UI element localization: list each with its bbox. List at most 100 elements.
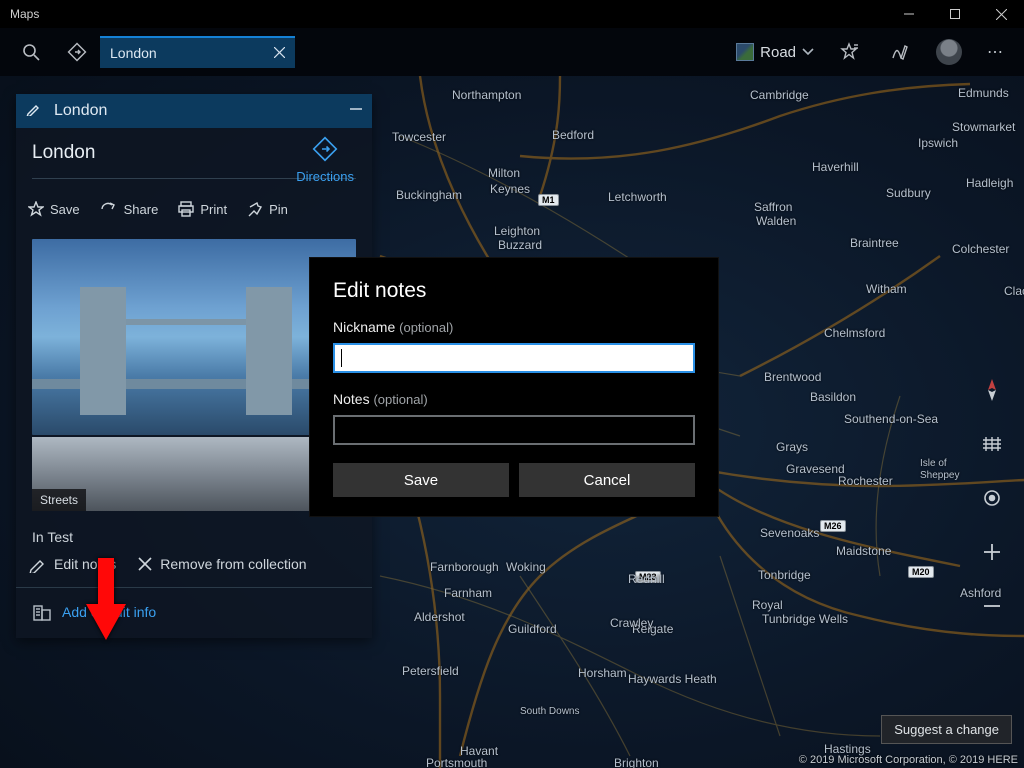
maptype-label: Road	[760, 44, 796, 61]
account-button[interactable]	[926, 28, 972, 76]
command-bar: London Road ⋯	[0, 28, 1024, 76]
close-button[interactable]	[978, 0, 1024, 28]
city-label: Leighton	[494, 224, 540, 238]
city-label: Petersfield	[402, 664, 459, 678]
collapse-icon[interactable]	[350, 102, 362, 120]
ink-button[interactable]	[876, 28, 922, 76]
pin-action[interactable]: Pin	[241, 195, 294, 223]
locate-button[interactable]	[978, 484, 1006, 512]
avatar-icon	[936, 39, 962, 65]
dialog-save-button[interactable]: Save	[333, 463, 509, 497]
collection-options: Edit notes Remove from collection	[16, 549, 372, 587]
city-label: Royal	[752, 598, 783, 612]
city-label: Cambridge	[750, 88, 809, 102]
city-label: Keynes	[490, 182, 530, 196]
motorway-shield: M1	[538, 194, 559, 206]
window-title: Maps	[0, 7, 39, 21]
hero-photo[interactable]	[32, 239, 356, 435]
city-label: Stowmarket	[952, 120, 1015, 134]
nickname-label: Nickname (optional)	[333, 319, 453, 335]
nickname-input[interactable]	[333, 343, 695, 373]
city-label: Havant	[460, 744, 498, 758]
city-label: Horsham	[578, 666, 627, 680]
city-label: Colchester	[952, 242, 1009, 256]
directions-label: Directions	[296, 169, 354, 184]
window-titlebar: Maps	[0, 0, 1024, 28]
city-label: South Downs	[520, 706, 579, 717]
search-chip[interactable]: London	[100, 36, 295, 68]
city-label: Southend-on-Sea	[844, 412, 938, 426]
city-label: Buckingham	[396, 188, 462, 202]
favorites-button[interactable]	[826, 28, 872, 76]
city-label: Grays	[776, 440, 808, 454]
collection-line: In Test	[16, 519, 372, 549]
maximize-button[interactable]	[932, 0, 978, 28]
streetside-badge: Streets	[32, 489, 86, 511]
city-label: Walden	[756, 214, 796, 228]
city-label: Rochester	[838, 474, 893, 488]
search-chip-label: London	[110, 45, 157, 61]
city-label: Hadleigh	[966, 176, 1013, 190]
city-label: Witham	[866, 282, 907, 296]
edit-notes-dialog: Edit notes Nickname (optional) Notes (op…	[310, 258, 718, 516]
search-button[interactable]	[8, 28, 54, 76]
clear-search-icon[interactable]	[274, 45, 285, 61]
maptype-dropdown[interactable]: Road	[728, 28, 822, 76]
panel-header[interactable]: London	[16, 94, 372, 128]
city-label: Northampton	[452, 88, 521, 102]
directions-button[interactable]	[54, 28, 100, 76]
city-label: Haverhill	[812, 160, 859, 174]
streetside-strip[interactable]: Streets	[32, 437, 356, 511]
notes-field: Notes (optional)	[311, 385, 717, 447]
city-label: Brighton	[614, 756, 659, 768]
motorway-shield: M26	[820, 520, 846, 532]
city-label: Letchworth	[608, 190, 667, 204]
remove-option[interactable]: Remove from collection	[138, 555, 306, 573]
more-button[interactable]: ⋯	[976, 42, 1016, 62]
city-label: Sudbury	[886, 186, 931, 200]
annotation-arrow-icon	[86, 558, 126, 640]
city-label: Ipswich	[918, 136, 958, 150]
city-label: Brentwood	[764, 370, 821, 384]
suggest-change-button[interactable]: Suggest a change	[881, 715, 1012, 744]
city-label: Farnborough	[430, 560, 499, 574]
panel-body: London Directions	[16, 128, 372, 195]
city-label: Bedford	[552, 128, 594, 142]
pin-label: Pin	[269, 202, 288, 217]
city-label: Woking	[506, 560, 546, 574]
notes-input[interactable]	[333, 415, 695, 445]
share-action[interactable]: Share	[94, 195, 165, 223]
maptype-swatch-icon	[736, 43, 754, 61]
save-label: Save	[50, 202, 80, 217]
compass-button[interactable]	[978, 376, 1006, 404]
directions-card[interactable]: Directions	[296, 136, 354, 184]
city-label: Tunbridge Wells	[762, 612, 848, 626]
pencil-icon	[26, 102, 40, 121]
chevron-down-icon	[802, 46, 814, 58]
city-label: Saffron	[754, 200, 792, 214]
city-label: Buzzard	[498, 238, 542, 252]
add-edit-info[interactable]: Add or edit info	[16, 587, 372, 638]
zoom-out-button[interactable]	[978, 592, 1006, 620]
city-label: Towcester	[392, 130, 446, 144]
print-action[interactable]: Print	[172, 195, 233, 223]
copyright-text: © 2019 Microsoft Corporation, © 2019 HER…	[799, 754, 1018, 766]
city-label: Clacton	[1004, 284, 1024, 298]
dialog-buttons: Save Cancel	[311, 447, 717, 497]
city-label: Milton	[488, 166, 520, 180]
save-action[interactable]: Save	[22, 195, 86, 223]
city-label: Guildford	[508, 622, 557, 636]
city-label: Isle of	[920, 458, 947, 469]
tilt-button[interactable]	[978, 430, 1006, 458]
remove-label: Remove from collection	[160, 556, 306, 572]
city-label: Aldershot	[414, 610, 465, 624]
right-commands: Road ⋯	[728, 28, 1016, 76]
city-label: Sevenoaks	[760, 526, 819, 540]
city-label: Edmunds	[958, 86, 1009, 100]
city-label: Tonbridge	[758, 568, 811, 582]
dialog-title: Edit notes	[311, 259, 717, 313]
minimize-button[interactable]	[886, 0, 932, 28]
zoom-in-button[interactable]	[978, 538, 1006, 566]
dialog-cancel-button[interactable]: Cancel	[519, 463, 695, 497]
city-label: Farnham	[444, 586, 492, 600]
